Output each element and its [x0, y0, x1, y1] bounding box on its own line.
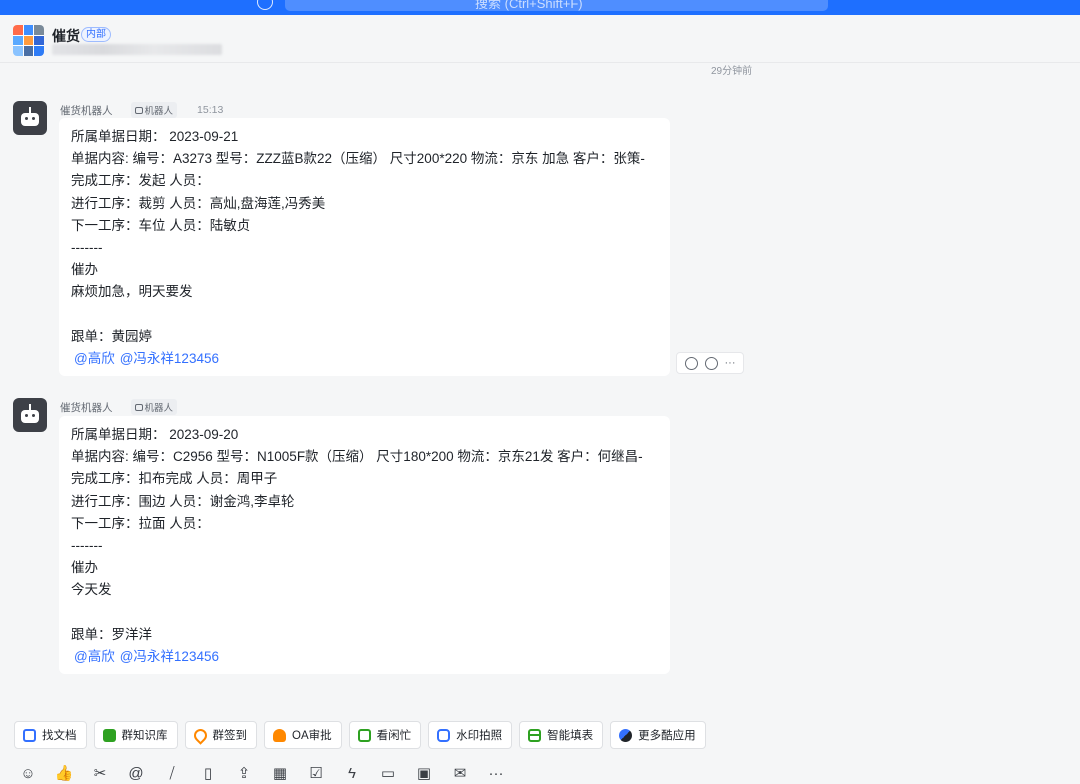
message-line: -------	[71, 537, 103, 553]
sender-line: 催货机器人 机器人	[60, 399, 178, 415]
message-line: 今天发	[71, 582, 112, 598]
message-line: 进行工序：裁剪 人员：高灿,盘海莲,冯秀美	[71, 195, 326, 211]
more-apps-icon	[619, 728, 633, 742]
message-bubble[interactable]: 所属单据日期： 2023-09-21 单据内容: 编号：A3273 型号：ZZZ…	[59, 118, 670, 377]
top-bar: 搜索 (Ctrl+Shift+F)	[0, 0, 1080, 15]
message-line: 单据内容: 编号：A3273 型号：ZZZ蓝B款22（压缩） 尺寸200*220…	[71, 151, 645, 167]
app-availability-button[interactable]: 看闲忙	[348, 721, 422, 749]
mention-link[interactable]: @高欣	[74, 649, 115, 664]
app-oa-approval-button[interactable]: OA审批	[264, 721, 342, 749]
bot-tag: 机器人	[130, 102, 178, 118]
reply-icon[interactable]	[704, 356, 718, 370]
app-watermark-camera-button[interactable]: 水印拍照	[428, 721, 513, 749]
app-knowledge-base-button[interactable]: 群知识库	[93, 721, 178, 749]
message-line: 单据内容: 编号：C2956 型号：N1005F款（压缩） 尺寸180*200 …	[71, 449, 643, 465]
robot-tag-icon	[134, 106, 143, 114]
mail-icon[interactable]: ✉	[450, 765, 470, 783]
mention-link[interactable]: @冯永祥123456	[120, 649, 219, 664]
message-line: 下一工序：拉面 人员：	[71, 515, 210, 531]
message-line: -------	[71, 239, 103, 255]
approval-icon	[273, 728, 286, 742]
calendar-check-icon	[357, 728, 371, 742]
message-line: 所属单据日期： 2023-09-21	[71, 129, 239, 144]
checkin-location-icon	[190, 725, 210, 745]
message-line: 跟单：罗洋洋	[71, 626, 152, 642]
robot-tag-icon	[134, 403, 143, 411]
doc-search-icon	[23, 728, 36, 742]
group-info-blurred	[52, 44, 222, 55]
message-line: 完成工序：扣布完成 人员：周甲子	[71, 471, 278, 487]
message-line: 催办	[71, 262, 98, 278]
mentions: @高欣 @冯永祥123456	[71, 348, 658, 370]
video-call-icon[interactable]: ▭	[378, 765, 398, 783]
at-mention-icon[interactable]: @	[126, 765, 146, 783]
bot-avatar[interactable]	[13, 398, 47, 432]
help-icon[interactable]	[257, 0, 273, 10]
calendar-icon[interactable]: ▦	[270, 765, 290, 783]
global-search-input[interactable]: 搜索 (Ctrl+Shift+F)	[285, 0, 828, 11]
chat-header: 催货 内部	[0, 15, 1080, 63]
group-name[interactable]: 催货	[52, 26, 80, 46]
more-actions-icon[interactable]: ···	[725, 357, 736, 369]
doc-add-icon[interactable]: ▯	[198, 765, 218, 783]
internal-badge: 内部	[81, 27, 111, 42]
message-line: 麻烦加急，明天要发	[71, 284, 193, 300]
search-placeholder: 搜索 (Ctrl+Shift+F)	[475, 0, 583, 11]
message-actions: ···	[676, 352, 744, 374]
mention-link[interactable]: @冯永祥123456	[120, 351, 219, 366]
bot-avatar[interactable]	[13, 101, 47, 135]
emoji-icon[interactable]: ☺	[18, 765, 38, 783]
camera-icon	[437, 728, 451, 742]
message-line: 所属单据日期： 2023-09-20	[71, 427, 239, 442]
more-icon[interactable]: ···	[486, 765, 506, 783]
message-line: 催办	[71, 560, 98, 576]
time-divider: 29分钟前	[711, 66, 753, 77]
message-line: 下一工序：车位 人员：陆敏贞	[71, 217, 251, 233]
add-reaction-icon[interactable]	[684, 356, 698, 370]
app-shortcut-bar: 找文档 群知识库 群签到 OA审批 看闲忙 水印拍照 智能填表 更多酷应用	[14, 721, 706, 749]
robot-icon	[21, 113, 39, 126]
message-bubble[interactable]: 所属单据日期： 2023-09-20 单据内容: 编号：C2956 型号：N10…	[59, 416, 670, 675]
message-line: 完成工序：发起 人员：	[71, 173, 210, 189]
scissors-icon[interactable]: ✂	[90, 765, 110, 783]
task-check-icon[interactable]: ☑	[306, 765, 326, 783]
thumbs-up-icon[interactable]: 👍	[54, 765, 74, 783]
app-checkin-button[interactable]: 群签到	[184, 721, 257, 749]
message-line: 进行工序：围边 人员：谢金鸿,李卓轮	[71, 493, 295, 509]
message-line: 跟单：黄园婷	[71, 328, 152, 344]
group-avatar[interactable]	[13, 25, 44, 56]
mentions: @高欣 @冯永祥123456	[71, 646, 658, 668]
sender-name[interactable]: 催货机器人	[60, 400, 113, 415]
composer-toolbar: ☺ 👍 ✂ @ ⧸ ▯ ⇪ ▦ ☑ ϟ ▭ ▣ ✉ ···	[18, 764, 506, 784]
app-smart-form-button[interactable]: 智能填表	[519, 721, 604, 749]
table-grid-icon	[528, 728, 542, 742]
quick-action-icon[interactable]: ϟ	[342, 765, 362, 783]
message-time: 15:13	[197, 104, 224, 116]
knowledge-base-icon	[102, 728, 116, 742]
app-more-apps-button[interactable]: 更多酷应用	[610, 721, 706, 749]
bot-tag: 机器人	[130, 399, 178, 415]
upload-file-icon[interactable]: ⇪	[234, 765, 254, 783]
live-icon[interactable]: ▣	[414, 765, 434, 783]
mention-link[interactable]: @高欣	[74, 351, 115, 366]
sender-line: 催货机器人 机器人 15:13	[60, 102, 223, 118]
sender-name[interactable]: 催货机器人	[60, 103, 113, 118]
robot-icon	[21, 410, 39, 423]
app-find-docs-button[interactable]: 找文档	[14, 721, 87, 749]
slash-command-icon[interactable]: ⧸	[162, 765, 182, 783]
